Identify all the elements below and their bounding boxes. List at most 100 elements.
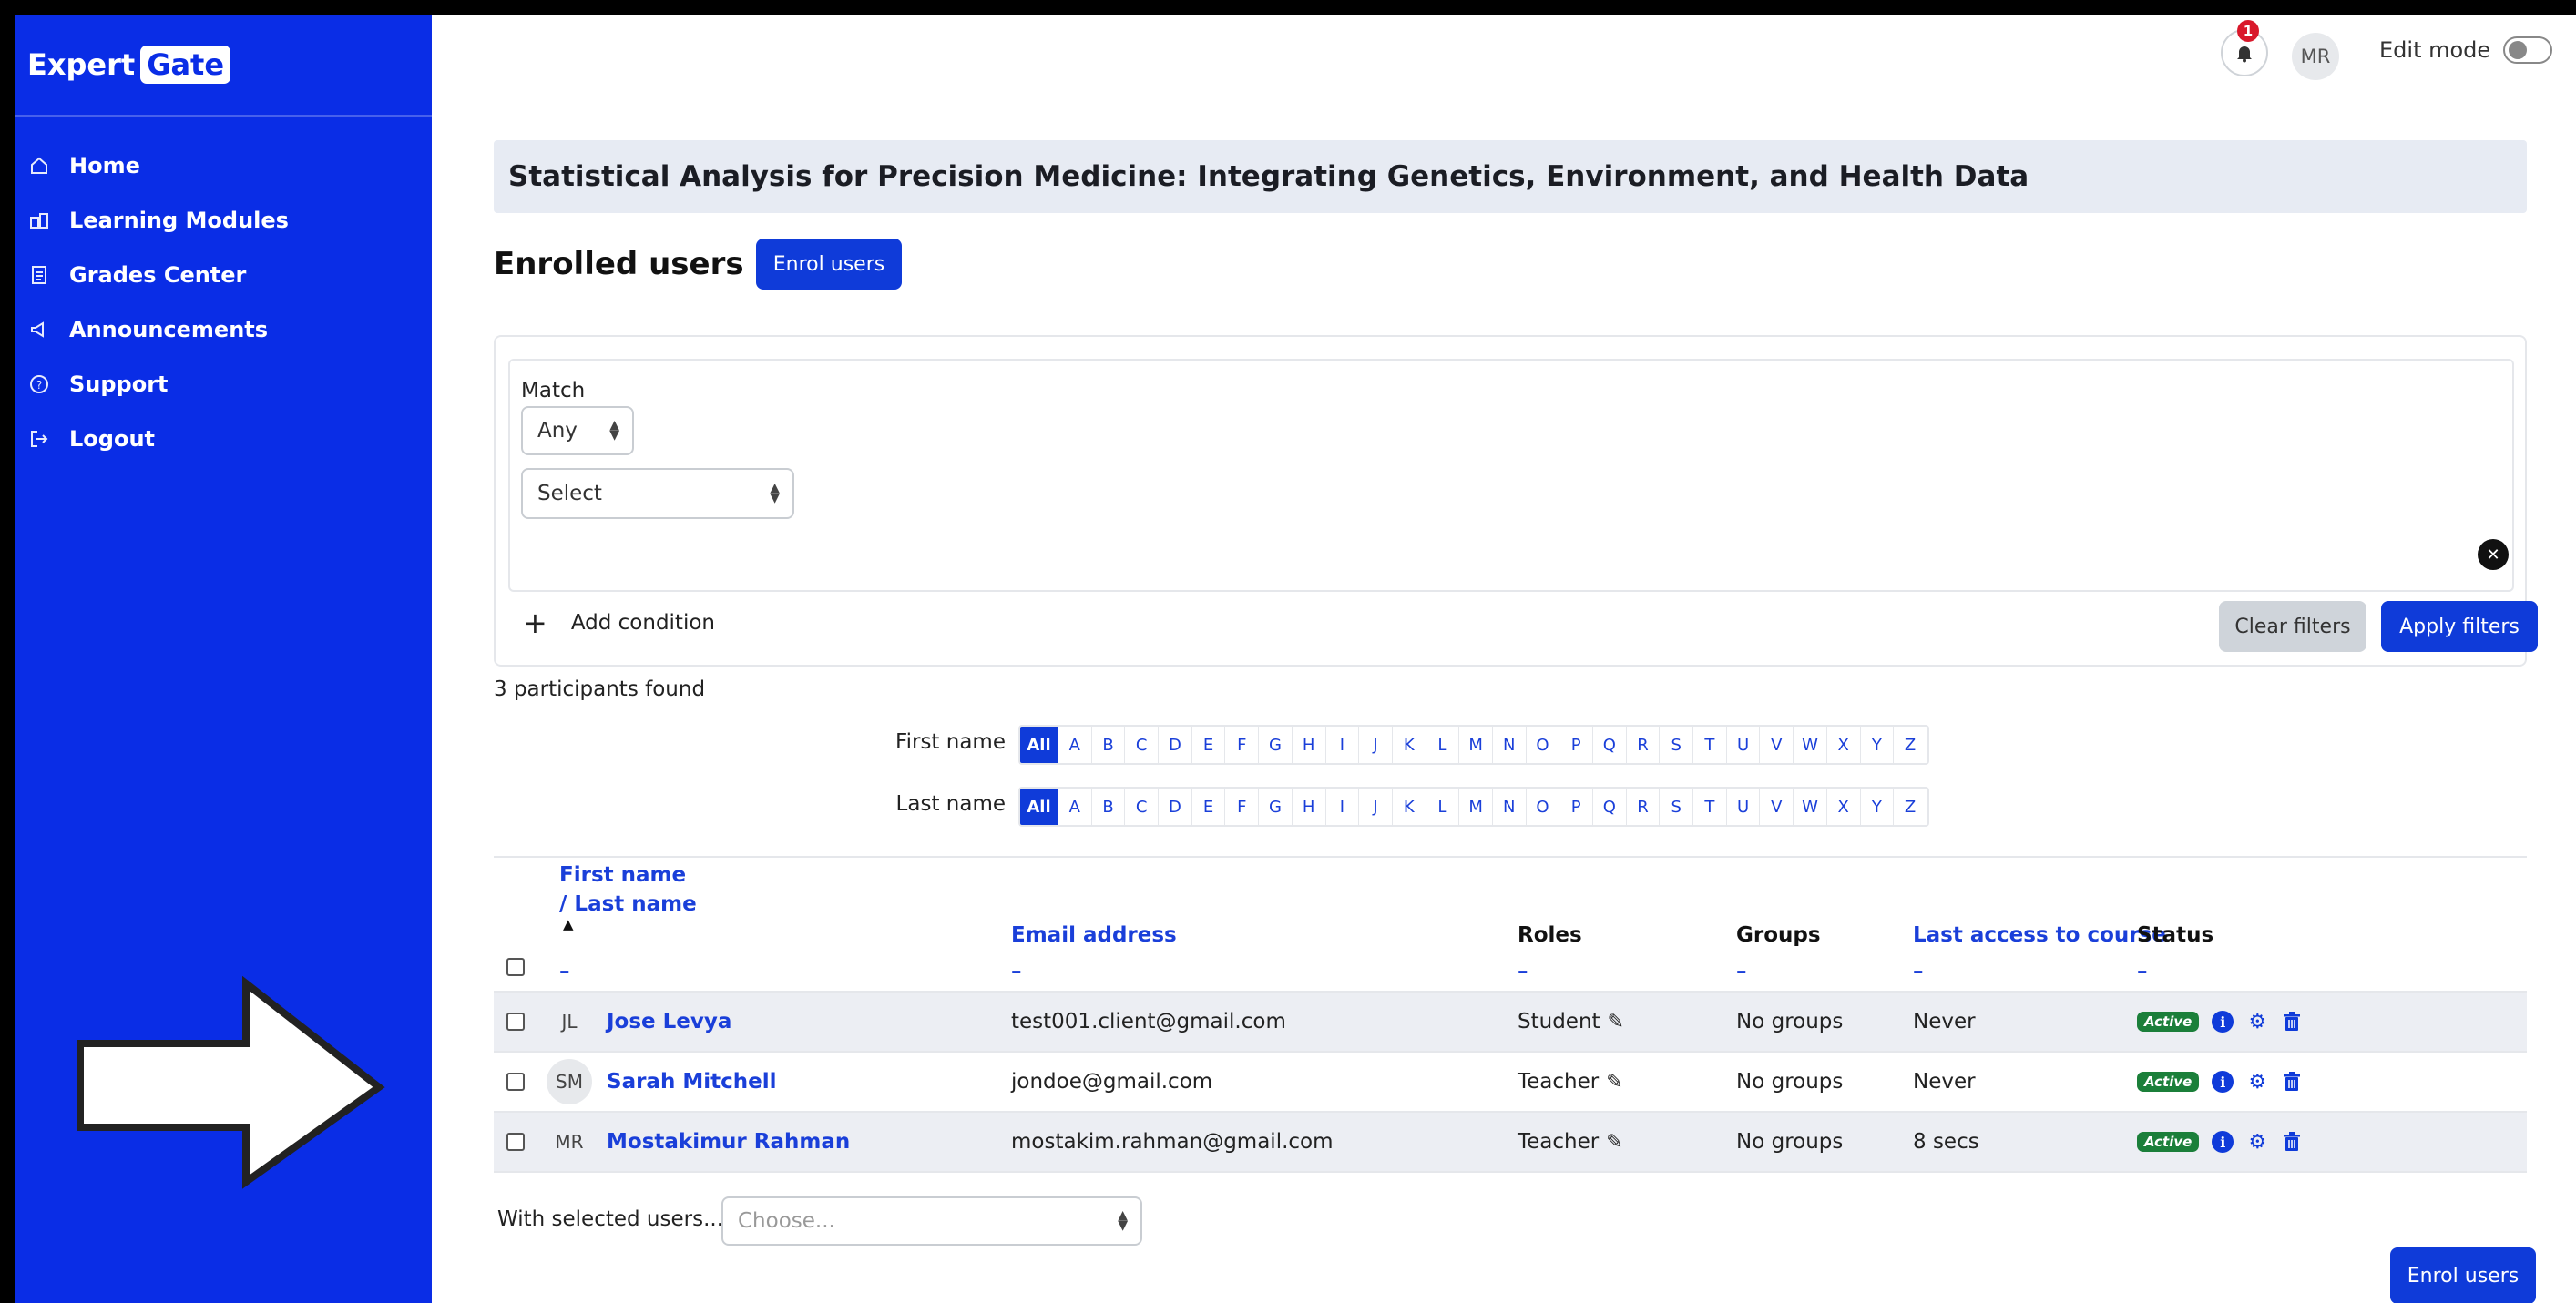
edit-mode-toggle[interactable] xyxy=(2503,36,2553,64)
bulk-action-select[interactable]: Choose... ▲ ▼ xyxy=(721,1196,1142,1246)
first-name-initial-l[interactable]: L xyxy=(1426,727,1460,763)
participant-name-link[interactable]: Jose Levya xyxy=(607,1010,731,1033)
clear-filters-button[interactable]: Clear filters xyxy=(2219,601,2366,652)
first-name-initial-k[interactable]: K xyxy=(1393,727,1426,763)
first-name-initial-w[interactable]: W xyxy=(1794,727,1827,763)
last-name-initial-h[interactable]: H xyxy=(1293,789,1326,825)
first-name-initial-x[interactable]: X xyxy=(1827,727,1861,763)
gear-icon[interactable]: ⚙ xyxy=(2246,1131,2268,1154)
last-name-initial-q[interactable]: Q xyxy=(1593,789,1627,825)
last-name-initial-j[interactable]: J xyxy=(1359,789,1393,825)
sidebar-item-logout[interactable]: Logout xyxy=(15,412,432,466)
first-name-initial-f[interactable]: F xyxy=(1225,727,1260,763)
first-name-initial-o[interactable]: O xyxy=(1527,727,1560,763)
sort-last-access-header[interactable]: Last access to course xyxy=(1913,923,2166,947)
last-name-initial-x[interactable]: X xyxy=(1827,789,1861,825)
first-name-initial-e[interactable]: E xyxy=(1192,727,1226,763)
sidebar-item-support[interactable]: ? Support xyxy=(15,357,432,412)
first-name-initial-m[interactable]: M xyxy=(1459,727,1493,763)
last-name-initial-y[interactable]: Y xyxy=(1861,789,1895,825)
column-toggle[interactable]: – xyxy=(559,960,570,983)
first-name-initial-v[interactable]: V xyxy=(1760,727,1794,763)
first-name-initial-c[interactable]: C xyxy=(1125,727,1160,763)
apply-filters-button[interactable]: Apply filters xyxy=(2381,601,2538,652)
edit-role-pencil-icon[interactable]: ✎ xyxy=(1606,1071,1622,1094)
logo[interactable]: Expert Gate xyxy=(15,15,432,117)
column-toggle[interactable]: – xyxy=(1518,960,1528,983)
first-name-initial-u[interactable]: U xyxy=(1727,727,1761,763)
remove-condition-close-icon[interactable]: ✕ xyxy=(2478,539,2509,570)
sidebar-item-home[interactable]: Home xyxy=(15,138,432,193)
first-name-initial-t[interactable]: T xyxy=(1693,727,1727,763)
gear-icon[interactable]: ⚙ xyxy=(2246,1071,2268,1094)
column-toggle[interactable]: – xyxy=(2137,960,2148,983)
participant-name-link[interactable]: Mostakimur Rahman xyxy=(607,1130,850,1154)
last-name-initial-s[interactable]: S xyxy=(1660,789,1694,825)
last-name-initial-f[interactable]: F xyxy=(1225,789,1260,825)
info-icon[interactable]: i xyxy=(2212,1011,2234,1033)
first-name-initial-g[interactable]: G xyxy=(1259,727,1293,763)
user-avatar[interactable]: MR xyxy=(2292,33,2339,80)
last-name-initial-g[interactable]: G xyxy=(1259,789,1293,825)
trash-icon[interactable] xyxy=(2281,1131,2303,1153)
column-toggle[interactable]: – xyxy=(1913,960,1924,983)
filter-field-select[interactable]: Select ▲ ▼ xyxy=(521,468,794,519)
first-name-initial-p[interactable]: P xyxy=(1559,727,1593,763)
first-name-initial-y[interactable]: Y xyxy=(1861,727,1895,763)
last-name-initial-d[interactable]: D xyxy=(1159,789,1192,825)
participant-name-link[interactable]: Sarah Mitchell xyxy=(607,1070,776,1094)
first-name-initial-b[interactable]: B xyxy=(1092,727,1126,763)
last-name-initial-o[interactable]: O xyxy=(1527,789,1560,825)
last-name-initial-m[interactable]: M xyxy=(1459,789,1493,825)
sort-last-name-header[interactable]: / Last name xyxy=(559,892,697,916)
match-select[interactable]: Any ▲ ▼ xyxy=(521,406,634,455)
first-name-initial-d[interactable]: D xyxy=(1159,727,1192,763)
last-name-initial-z[interactable]: Z xyxy=(1894,789,1927,825)
last-name-initial-e[interactable]: E xyxy=(1192,789,1226,825)
first-name-initial-all[interactable]: All xyxy=(1020,727,1058,763)
last-name-initial-k[interactable]: K xyxy=(1393,789,1426,825)
column-toggle[interactable]: – xyxy=(1011,960,1022,983)
info-icon[interactable]: i xyxy=(2212,1131,2234,1153)
first-name-initial-n[interactable]: N xyxy=(1493,727,1527,763)
first-name-initial-a[interactable]: A xyxy=(1058,727,1092,763)
last-name-initial-t[interactable]: T xyxy=(1693,789,1727,825)
last-name-initial-w[interactable]: W xyxy=(1794,789,1827,825)
row-checkbox[interactable] xyxy=(506,1133,525,1151)
row-checkbox[interactable] xyxy=(506,1073,525,1091)
last-name-initial-u[interactable]: U xyxy=(1727,789,1761,825)
row-checkbox[interactable] xyxy=(506,1013,525,1031)
trash-icon[interactable] xyxy=(2281,1071,2303,1093)
info-icon[interactable]: i xyxy=(2212,1071,2234,1093)
edit-role-pencil-icon[interactable]: ✎ xyxy=(1606,1131,1622,1154)
first-name-initial-z[interactable]: Z xyxy=(1894,727,1927,763)
last-name-initial-r[interactable]: R xyxy=(1627,789,1661,825)
last-name-initial-c[interactable]: C xyxy=(1125,789,1160,825)
last-name-initial-i[interactable]: I xyxy=(1326,789,1360,825)
last-name-initial-all[interactable]: All xyxy=(1020,789,1058,825)
first-name-initial-s[interactable]: S xyxy=(1660,727,1694,763)
enrol-users-button[interactable]: Enrol users xyxy=(756,239,902,290)
column-toggle[interactable]: – xyxy=(1736,960,1747,983)
edit-role-pencil-icon[interactable]: ✎ xyxy=(1608,1011,1624,1033)
sidebar-item-announcements[interactable]: Announcements xyxy=(15,302,432,357)
last-name-initial-l[interactable]: L xyxy=(1426,789,1460,825)
first-name-initial-j[interactable]: J xyxy=(1359,727,1393,763)
sort-first-name-header[interactable]: First name xyxy=(559,863,686,887)
select-all-checkbox[interactable] xyxy=(506,958,525,976)
trash-icon[interactable] xyxy=(2281,1011,2303,1033)
last-name-initial-p[interactable]: P xyxy=(1559,789,1593,825)
last-name-initial-v[interactable]: V xyxy=(1760,789,1794,825)
sort-email-header[interactable]: Email address xyxy=(1011,923,1177,947)
last-name-initial-a[interactable]: A xyxy=(1058,789,1092,825)
first-name-initial-q[interactable]: Q xyxy=(1593,727,1627,763)
add-condition-button[interactable]: + Add condition xyxy=(523,608,715,637)
first-name-initial-i[interactable]: I xyxy=(1326,727,1360,763)
first-name-initial-h[interactable]: H xyxy=(1293,727,1326,763)
first-name-initial-r[interactable]: R xyxy=(1627,727,1661,763)
sidebar-item-grades-center[interactable]: Grades Center xyxy=(15,248,432,302)
enrol-users-button-bottom[interactable]: Enrol users xyxy=(2390,1247,2536,1303)
gear-icon[interactable]: ⚙ xyxy=(2246,1011,2268,1033)
sidebar-item-learning-modules[interactable]: Learning Modules xyxy=(15,193,432,248)
last-name-initial-b[interactable]: B xyxy=(1092,789,1126,825)
